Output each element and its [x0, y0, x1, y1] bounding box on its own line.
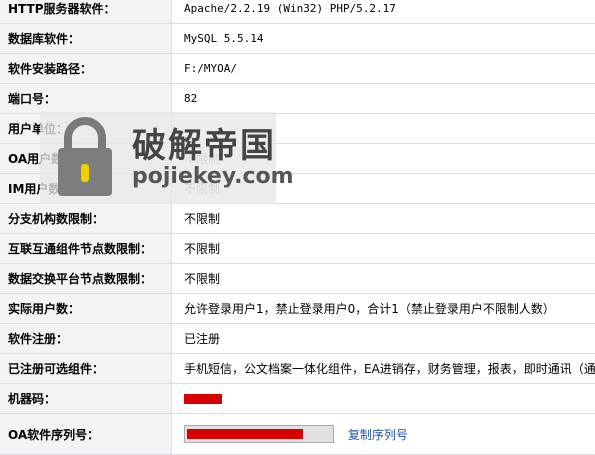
row-value: 不限制 — [172, 174, 595, 204]
redaction-bar — [184, 394, 222, 404]
row-label: 软件安装路径： — [0, 54, 172, 84]
row-value — [172, 114, 595, 144]
row-label: HTTP服务器软件： — [0, 0, 172, 24]
row-label: 机器码： — [0, 384, 172, 414]
table-row: 互联互通组件节点数限制： 不限制 — [0, 234, 595, 264]
row-value: 不限制 — [172, 264, 595, 294]
system-info-table: HTTP服务器软件： Apache/2.2.19 (Win32) PHP/5.2… — [0, 0, 595, 455]
row-value: 不限制 — [172, 144, 595, 174]
row-value: MySQL 5.5.14 — [172, 24, 595, 54]
serial-field[interactable] — [184, 425, 334, 443]
row-label: IM用户数限制： — [0, 174, 172, 204]
row-value: 手机短信，公文档案一体化组件，EA进销存，财务管理，报表，即时通讯（通讯录） — [172, 354, 595, 384]
row-label: 数据交换平台节点数限制： — [0, 264, 172, 294]
table-row: IM用户数限制： 不限制 — [0, 174, 595, 204]
row-label: OA软件序列号： — [0, 414, 172, 455]
table-row: 软件注册： 已注册 — [0, 324, 595, 354]
row-label: 实际用户数： — [0, 294, 172, 324]
table-row: OA软件序列号： 复制序列号 — [0, 414, 595, 455]
row-value: 82 — [172, 84, 595, 114]
row-value: 允许登录用户1，禁止登录用户0，合计1（禁止登录用户不限制人数） — [172, 294, 595, 324]
table-row: 实际用户数： 允许登录用户1，禁止登录用户0，合计1（禁止登录用户不限制人数） — [0, 294, 595, 324]
table-row: 已注册可选组件： 手机短信，公文档案一体化组件，EA进销存，财务管理，报表，即时… — [0, 354, 595, 384]
table-row: 数据交换平台节点数限制： 不限制 — [0, 264, 595, 294]
row-value: 不限制 — [172, 204, 595, 234]
row-label: 软件注册： — [0, 324, 172, 354]
copy-serial-link[interactable]: 复制序列号 — [348, 428, 408, 442]
table-row: HTTP服务器软件： Apache/2.2.19 (Win32) PHP/5.2… — [0, 0, 595, 24]
table-row: 用户单位： — [0, 114, 595, 144]
row-value: 已注册 — [172, 324, 595, 354]
machine-code-value — [172, 384, 595, 414]
row-label: 已注册可选组件： — [0, 354, 172, 384]
row-label: 分支机构数限制： — [0, 204, 172, 234]
redaction-bar — [187, 429, 303, 439]
row-value: 不限制 — [172, 234, 595, 264]
table-row: 软件安装路径： F:/MYOA/ — [0, 54, 595, 84]
table-row: 端口号： 82 — [0, 84, 595, 114]
row-label: 用户单位： — [0, 114, 172, 144]
serial-value: 复制序列号 — [172, 414, 595, 455]
row-label: 互联互通组件节点数限制： — [0, 234, 172, 264]
row-value: F:/MYOA/ — [172, 54, 595, 84]
row-label: OA用户数限制： — [0, 144, 172, 174]
row-label: 数据库软件： — [0, 24, 172, 54]
table-row: 机器码： — [0, 384, 595, 414]
table-row: OA用户数限制： 不限制 — [0, 144, 595, 174]
table-row: 分支机构数限制： 不限制 — [0, 204, 595, 234]
row-value: Apache/2.2.19 (Win32) PHP/5.2.17 — [172, 0, 595, 24]
table-row: 数据库软件： MySQL 5.5.14 — [0, 24, 595, 54]
row-label: 端口号： — [0, 84, 172, 114]
